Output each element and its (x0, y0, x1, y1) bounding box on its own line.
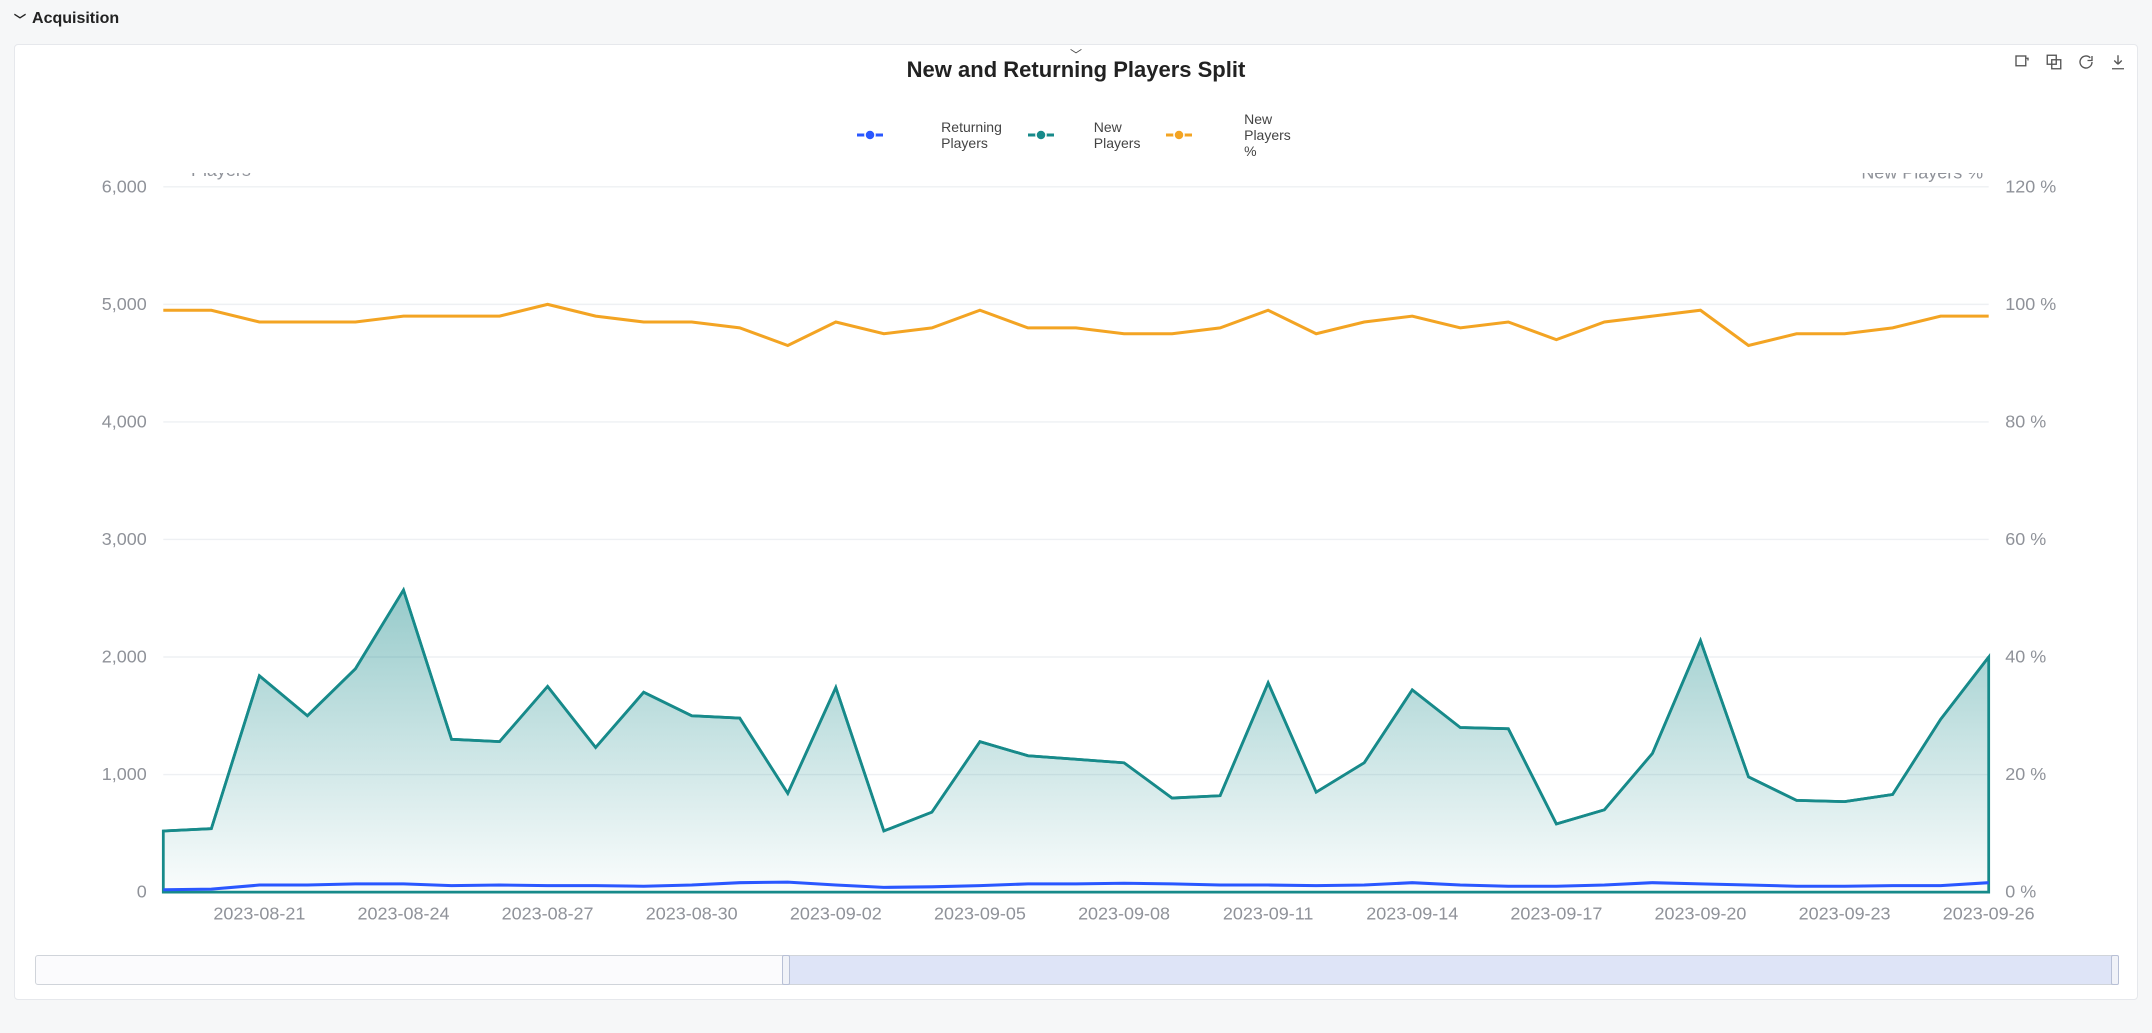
series-new-players (163, 590, 1988, 892)
svg-text:20 %: 20 % (2005, 764, 2046, 784)
svg-text:5,000: 5,000 (102, 294, 147, 314)
refresh-icon[interactable] (2075, 51, 2097, 73)
svg-text:2023-09-08: 2023-09-08 (1078, 904, 1170, 924)
series-new-players-pct (163, 304, 1988, 345)
brush-handle-left[interactable] (782, 955, 790, 985)
brush-handle-right[interactable] (2111, 955, 2119, 985)
legend-item[interactable]: Returning Players (857, 119, 1002, 151)
section-title: Acquisition (32, 10, 119, 28)
svg-text:2023-08-21: 2023-08-21 (213, 904, 305, 924)
chart-panel: ﹀ New and Returning Players Split Return… (14, 44, 2138, 1000)
time-brush[interactable] (35, 955, 2117, 985)
chevron-down-icon: ﹀ (14, 11, 26, 28)
svg-text:2023-08-24: 2023-08-24 (358, 904, 450, 924)
svg-text:2023-09-11: 2023-09-11 (1223, 904, 1314, 924)
svg-text:0 %: 0 % (2005, 882, 2036, 902)
svg-text:2023-09-14: 2023-09-14 (1366, 904, 1458, 924)
select-view-icon[interactable] (2011, 51, 2033, 73)
svg-text:2023-09-20: 2023-09-20 (1655, 904, 1747, 924)
svg-text:2023-08-30: 2023-08-30 (646, 904, 738, 924)
svg-text:2023-09-05: 2023-09-05 (934, 904, 1026, 924)
svg-text:1,000: 1,000 (102, 764, 147, 784)
legend-label: New Players % (1244, 111, 1295, 159)
legend-item[interactable]: New Players (1028, 119, 1141, 151)
legend-item[interactable]: New Players % (1166, 111, 1295, 159)
chart-area[interactable]: 0 1,000 2,000 3,000 4,000 5,000 6,000 0 % 20 % 40… (25, 173, 2127, 947)
svg-text:New Players %: New Players % (1861, 173, 1983, 183)
svg-text:2023-09-26: 2023-09-26 (1943, 904, 2035, 924)
svg-text:100 %: 100 % (2005, 294, 2056, 314)
chart-legend: Returning Players New Players New Players … (25, 111, 2127, 159)
panel-toolbar (2011, 51, 2129, 73)
svg-text:0: 0 (137, 882, 147, 902)
svg-text:3,000: 3,000 (102, 529, 147, 549)
svg-text:2023-08-27: 2023-08-27 (502, 904, 594, 924)
svg-text:2023-09-17: 2023-09-17 (1510, 904, 1602, 924)
svg-text:2,000: 2,000 (102, 647, 147, 667)
download-icon[interactable] (2107, 51, 2129, 73)
legend-label: New Players (1094, 119, 1141, 151)
svg-text:Players: Players (191, 173, 251, 180)
svg-text:4,000: 4,000 (102, 411, 147, 431)
chart-title: New and Returning Players Split (25, 57, 2127, 83)
svg-text:120 %: 120 % (2005, 176, 2056, 196)
svg-text:2023-09-02: 2023-09-02 (790, 904, 882, 924)
svg-text:60 %: 60 % (2005, 529, 2046, 549)
svg-text:2023-09-23: 2023-09-23 (1799, 904, 1891, 924)
copy-view-icon[interactable] (2043, 51, 2065, 73)
svg-text:80 %: 80 % (2005, 411, 2046, 431)
svg-text:6,000: 6,000 (102, 176, 147, 196)
svg-text:40 %: 40 % (2005, 647, 2046, 667)
legend-label: Returning Players (941, 119, 1002, 151)
brush-selection[interactable] (785, 956, 2116, 984)
section-header[interactable]: ﹀ Acquisition (0, 0, 2152, 38)
